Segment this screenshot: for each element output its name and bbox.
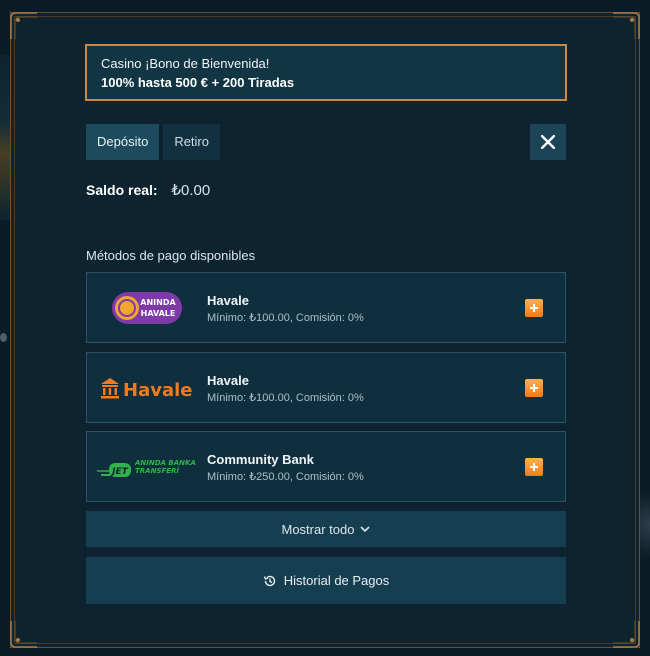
chevron-down-icon xyxy=(360,526,371,533)
history-icon xyxy=(263,575,275,586)
balance-value: ₺0.00 xyxy=(171,182,211,199)
method-info: Mínimo: ₺100.00, Comisión: 0% xyxy=(207,392,364,404)
promo-title: Casino ¡Bono de Bienvenida! xyxy=(101,56,270,71)
svg-text:TRANSFERİ: TRANSFERİ xyxy=(135,466,179,475)
tab-withdraw[interactable]: Retiro xyxy=(163,124,220,160)
history-label: Historial de Pagos xyxy=(283,573,390,588)
corner-ornament xyxy=(10,12,38,40)
method-name: Community Bank xyxy=(207,452,314,467)
plus-icon[interactable] xyxy=(525,379,543,397)
corner-ornament xyxy=(612,12,640,40)
method-info: Mínimo: ₺250.00, Comisión: 0% xyxy=(207,471,364,483)
corner-ornament xyxy=(10,620,38,648)
svg-text:ANINDA BANKA: ANINDA BANKA xyxy=(134,459,196,467)
deposit-modal: Casino ¡Bono de Bienvenida! 100% hasta 5… xyxy=(10,12,640,648)
welcome-bonus-banner[interactable]: Casino ¡Bono de Bienvenida! 100% hasta 5… xyxy=(85,44,567,101)
payment-method-item[interactable]: Havale Havale Mínimo: ₺100.00, Comisión:… xyxy=(86,352,566,423)
jet-logo: JET ANINDA BANKA TRANSFERİ xyxy=(97,442,197,492)
background-decoration xyxy=(0,333,7,342)
svg-text:ANINDA: ANINDA xyxy=(140,298,176,307)
svg-text:HAVALE: HAVALE xyxy=(141,309,176,318)
corner-ornament xyxy=(612,620,640,648)
method-name: Havale xyxy=(207,293,249,308)
promo-offer: 100% hasta 500 € + 200 Tiradas xyxy=(101,75,295,90)
close-button[interactable] xyxy=(530,124,566,160)
svg-text:Havale: Havale xyxy=(123,380,192,401)
payment-history-button[interactable]: Historial de Pagos xyxy=(86,557,566,604)
aninda-havale-logo: ANINDA HAVALE xyxy=(97,283,197,333)
balance-label: Saldo real: xyxy=(86,182,158,198)
close-icon xyxy=(541,135,555,149)
payment-method-item[interactable]: ANINDA HAVALE Havale Mínimo: ₺100.00, Co… xyxy=(86,272,566,343)
show-all-label: Mostrar todo xyxy=(281,521,355,537)
havale-logo: Havale xyxy=(97,363,197,413)
real-balance: Saldo real: ₺0.00 xyxy=(86,181,210,199)
payment-method-item[interactable]: JET ANINDA BANKA TRANSFERİ Community Ban… xyxy=(86,431,566,502)
show-all-button[interactable]: Mostrar todo xyxy=(86,511,566,547)
plus-icon[interactable] xyxy=(525,299,543,317)
method-name: Havale xyxy=(207,373,249,388)
payment-methods-heading: Métodos de pago disponibles xyxy=(86,248,256,263)
plus-icon[interactable] xyxy=(525,458,543,476)
svg-text:JET: JET xyxy=(110,467,128,477)
tab-deposit[interactable]: Depósito xyxy=(86,124,160,160)
tab-bar: Depósito Retiro xyxy=(86,124,220,160)
method-info: Mínimo: ₺100.00, Comisión: 0% xyxy=(207,312,364,324)
